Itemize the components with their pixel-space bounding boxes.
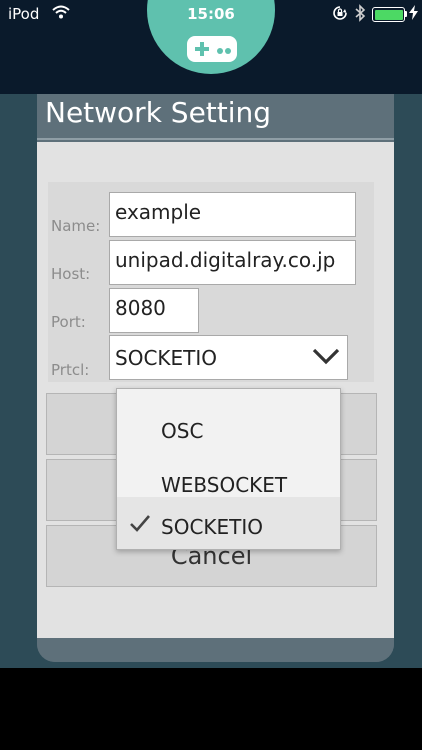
panel-footer <box>37 638 394 662</box>
name-field[interactable]: example <box>109 192 356 237</box>
option-label: OSC <box>161 419 204 443</box>
bottom-area <box>0 668 422 750</box>
protocol-dropdown: OSC WEBSOCKET SOCKETIO <box>116 388 341 550</box>
page-title: Network Setting <box>45 96 272 129</box>
dropdown-option-osc[interactable]: OSC <box>117 401 340 453</box>
name-label: Name: <box>51 217 101 235</box>
status-time: 15:06 <box>187 5 235 23</box>
checkmark-icon <box>129 513 151 533</box>
dropdown-option-socketio[interactable]: SOCKETIO <box>117 497 340 549</box>
protocol-label: Prtcl: <box>51 361 90 379</box>
port-label: Port: <box>51 313 86 331</box>
panel-header: Network Setting <box>37 94 394 140</box>
chevron-down-icon[interactable] <box>311 345 341 367</box>
gamepad-icon[interactable] <box>187 36 237 62</box>
port-field[interactable]: 8080 <box>109 288 199 333</box>
host-field[interactable]: unipad.digitalray.co.jp <box>109 240 356 285</box>
option-label: WEBSOCKET <box>161 473 288 497</box>
option-label: SOCKETIO <box>161 515 264 539</box>
host-label: Host: <box>51 265 91 283</box>
app-screen: iPod 15:06 Network Setting Name: example… <box>0 0 422 750</box>
